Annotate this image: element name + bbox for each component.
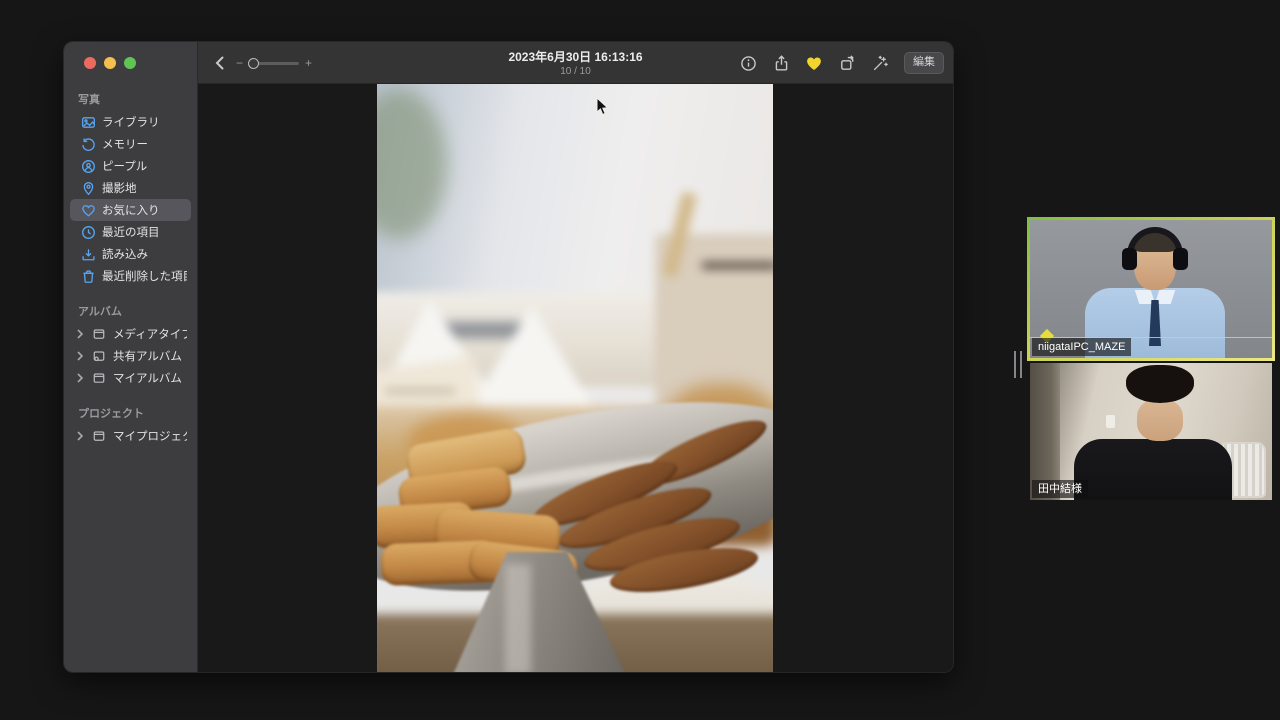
sidebar: 写真 ライブラリ メモリー ピープル 撮影地 (64, 42, 198, 672)
zoom-out-button[interactable]: − (236, 57, 243, 69)
sidebar-item-memories[interactable]: メモリー (70, 133, 191, 155)
close-window-button[interactable] (84, 57, 96, 69)
shared-album-icon (91, 348, 107, 364)
participant-video-active-speaker[interactable]: niigataIPC_MAZE (1027, 217, 1275, 361)
wall-outlet (1106, 415, 1115, 428)
sidebar-item-favorites[interactable]: お気に入り (70, 199, 191, 221)
photos-app-window: 写真 ライブラリ メモリー ピープル 撮影地 (64, 42, 953, 672)
edit-button[interactable]: 編集 (904, 52, 944, 73)
info-button[interactable] (739, 54, 757, 72)
sidebar-item-label: 撮影地 (102, 180, 137, 196)
toolbar-actions: 編集 (739, 42, 944, 84)
zoom-control: − + (236, 42, 312, 84)
rotate-button[interactable] (838, 54, 856, 72)
photos-library-icon (80, 114, 96, 130)
favorites-heart-icon (80, 202, 96, 218)
sidebar-item-label: ライブラリ (102, 114, 160, 130)
places-pin-icon (80, 180, 96, 196)
album-icon (91, 370, 107, 386)
sidebar-item-label: メモリー (102, 136, 148, 152)
album-icon (91, 428, 107, 444)
back-button[interactable] (211, 54, 229, 72)
sidebar-item-label: 読み込み (102, 246, 148, 262)
chevron-right-icon[interactable] (76, 351, 85, 361)
chevron-right-icon[interactable] (76, 329, 85, 339)
chevron-right-icon[interactable] (76, 431, 85, 441)
window-controls (84, 57, 197, 69)
photo-foreground (377, 84, 773, 672)
sidebar-item-places[interactable]: 撮影地 (70, 177, 191, 199)
imports-tray-icon (80, 246, 96, 262)
participant-name-label: 田中結様 (1032, 480, 1088, 498)
participant-hair (1126, 365, 1194, 403)
sidebar-item-label: ピープル (102, 158, 147, 174)
sidebar-item-imports[interactable]: 読み込み (70, 243, 191, 265)
photo-date-title: 2023年6月30日 16:13:16 (508, 48, 642, 65)
people-icon (80, 158, 96, 174)
photo-cookies-on-cake-stand (377, 84, 773, 672)
fullscreen-window-button[interactable] (124, 57, 136, 69)
sidebar-item-recently-deleted[interactable]: 最近削除した項目 (70, 265, 191, 287)
toolbar: − + 2023年6月30日 16:13:16 10 / 10 (198, 42, 953, 84)
sidebar-item-label: 最近削除した項目 (102, 268, 187, 284)
participant-video[interactable]: 田中結様 (1030, 363, 1272, 500)
participant-video-frame: niigataIPC_MAZE (1030, 220, 1272, 358)
mouse-cursor (596, 97, 609, 121)
video-panel-drag-handle[interactable] (1014, 351, 1022, 378)
participant-shirt (1074, 439, 1232, 500)
favorite-heart-button[interactable] (805, 54, 823, 72)
photo-counter: 10 / 10 (508, 66, 642, 77)
minimize-window-button[interactable] (104, 57, 116, 69)
sidebar-item-label: マイアルバム (113, 370, 182, 386)
sidebar-section-albums: アルバム (78, 303, 183, 319)
sidebar-item-people[interactable]: ピープル (70, 155, 191, 177)
zoom-in-button[interactable]: + (305, 57, 312, 69)
participant-name-label: niigataIPC_MAZE (1032, 338, 1131, 356)
sidebar-item-media-types[interactable]: メディアタイプ (70, 323, 191, 345)
sidebar-item-library[interactable]: ライブラリ (70, 111, 191, 133)
zoom-slider-knob[interactable] (248, 58, 259, 69)
share-button[interactable] (772, 54, 790, 72)
participant-face (1137, 399, 1183, 441)
sidebar-item-label: マイプロジェクト (113, 428, 187, 444)
sidebar-item-my-albums[interactable]: マイアルバム (70, 367, 191, 389)
photo-viewer-content (198, 84, 953, 672)
photo-title: 2023年6月30日 16:13:16 10 / 10 (508, 48, 642, 77)
chevron-right-icon[interactable] (76, 373, 85, 383)
sidebar-section-projects: プロジェクト (78, 405, 183, 421)
sidebar-item-recents[interactable]: 最近の項目 (70, 221, 191, 243)
sidebar-section-photos: 写真 (78, 91, 183, 107)
sidebar-item-label: 最近の項目 (102, 224, 160, 240)
sidebar-item-my-projects[interactable]: マイプロジェクト (70, 425, 191, 447)
memories-icon (80, 136, 96, 152)
zoom-slider[interactable] (249, 62, 299, 65)
auto-enhance-wand-button[interactable] (871, 54, 889, 72)
album-icon (91, 326, 107, 342)
sidebar-item-label: メディアタイプ (113, 326, 187, 342)
sidebar-item-label: お気に入り (102, 202, 160, 218)
trash-icon (80, 268, 96, 284)
recents-clock-icon (80, 224, 96, 240)
sidebar-item-label: 共有アルバム (113, 348, 182, 364)
sidebar-item-shared-albums[interactable]: 共有アルバム (70, 345, 191, 367)
